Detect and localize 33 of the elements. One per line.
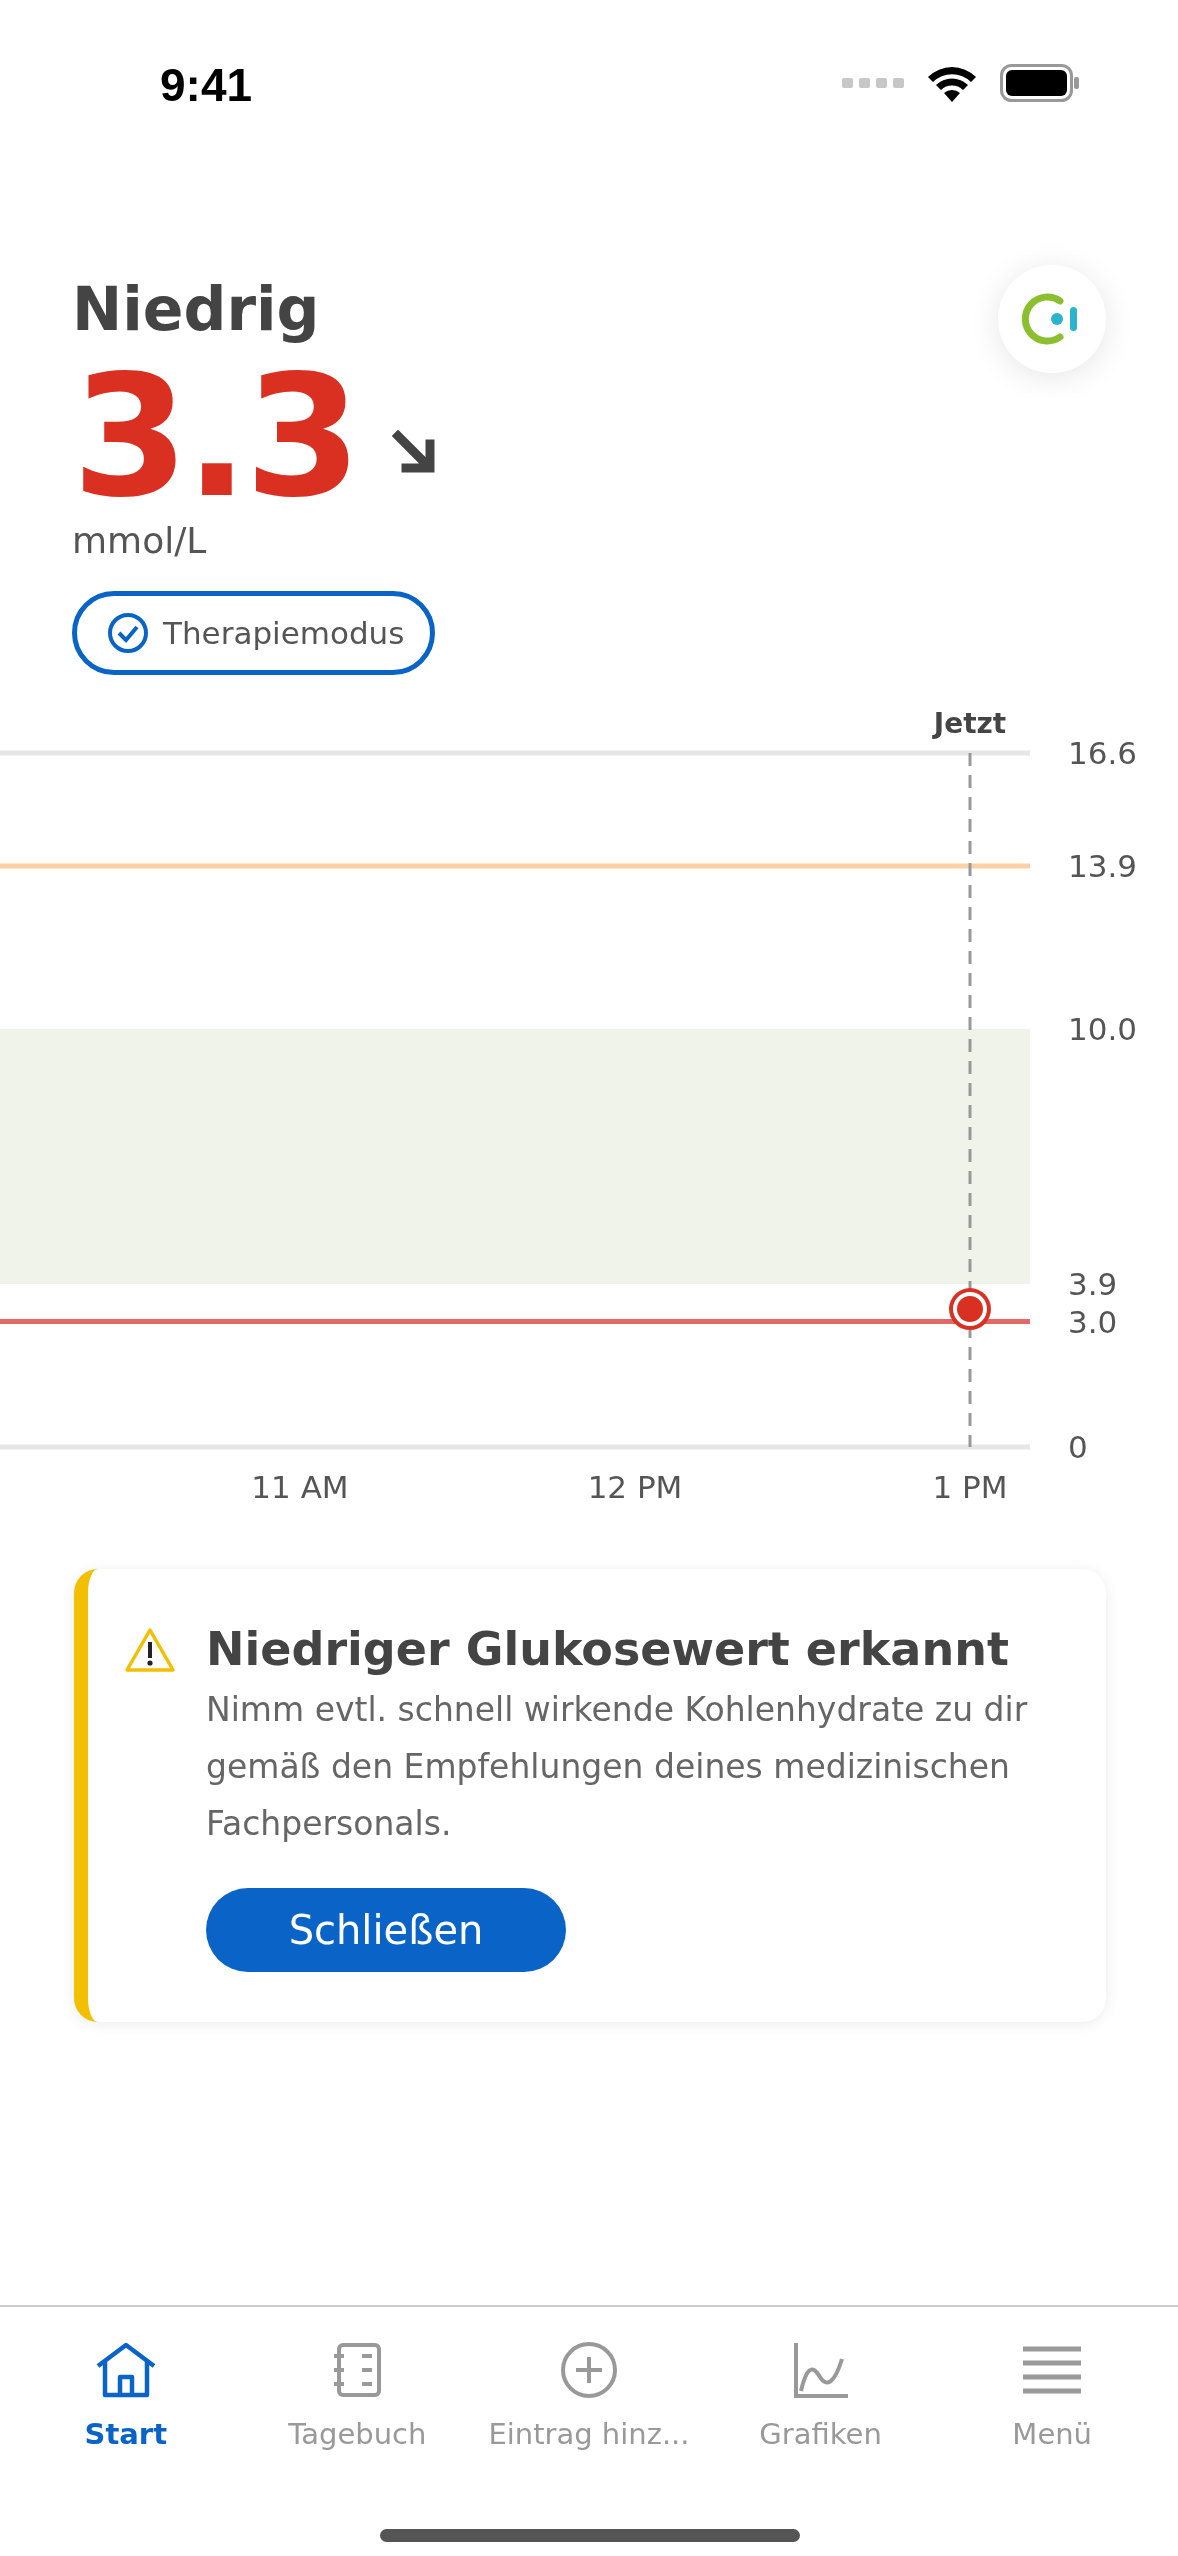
warning-icon	[124, 1627, 176, 1673]
signal-icon	[842, 77, 904, 89]
x-axis-label: 12 PM	[587, 1469, 683, 1505]
status-time: 9:41	[160, 58, 253, 112]
menu-icon	[1023, 2345, 1082, 2395]
tab-item[interactable]: Menü	[942, 2307, 1163, 2451]
alert-title: Niedriger Glukosewert erkannt	[206, 1621, 1009, 1677]
x-axis-label: 1 PM	[932, 1469, 1008, 1505]
y-axis-label: 16.6	[1068, 735, 1138, 771]
tab-item[interactable]: Grafiken	[710, 2307, 931, 2451]
check-circle-icon	[107, 612, 149, 654]
glucose-status: Niedrig	[72, 273, 320, 346]
battery-icon	[1000, 64, 1080, 102]
tab-item[interactable]: Start	[15, 2307, 236, 2451]
plus-circle-icon	[560, 2341, 618, 2399]
x-axis-label: 11 AM	[251, 1469, 349, 1505]
wifi-icon	[926, 64, 978, 102]
notebook-icon	[332, 2342, 383, 2398]
home-icon	[94, 2342, 157, 2398]
close-button[interactable]: Schließen	[206, 1888, 566, 1972]
therapy-mode-badge[interactable]: Therapiemodus	[72, 591, 436, 675]
tab-item[interactable]: Eintrag hinz...	[479, 2307, 699, 2451]
trend-arrow-icon	[391, 430, 436, 474]
y-axis-label: 10.0	[1068, 1010, 1138, 1047]
alert-message: Nimm evtl. schnell wirkende Kohlenhydrate zu dir gemäß den Empfehlungen deines medizinischen Fachpersonals.	[206, 1689, 1029, 1845]
y-axis-label: 0	[1068, 1429, 1088, 1465]
glucose-point	[949, 1288, 991, 1331]
line-graph-icon	[791, 2341, 850, 2399]
y-axis-label: 3.0	[1068, 1303, 1118, 1340]
now-label: Jetzt	[933, 707, 1007, 740]
tab-item[interactable]: Tagebuch	[247, 2307, 468, 2451]
y-axis-label: 3.9	[1068, 1265, 1118, 1302]
y-axis-label: 13.9	[1068, 847, 1138, 884]
